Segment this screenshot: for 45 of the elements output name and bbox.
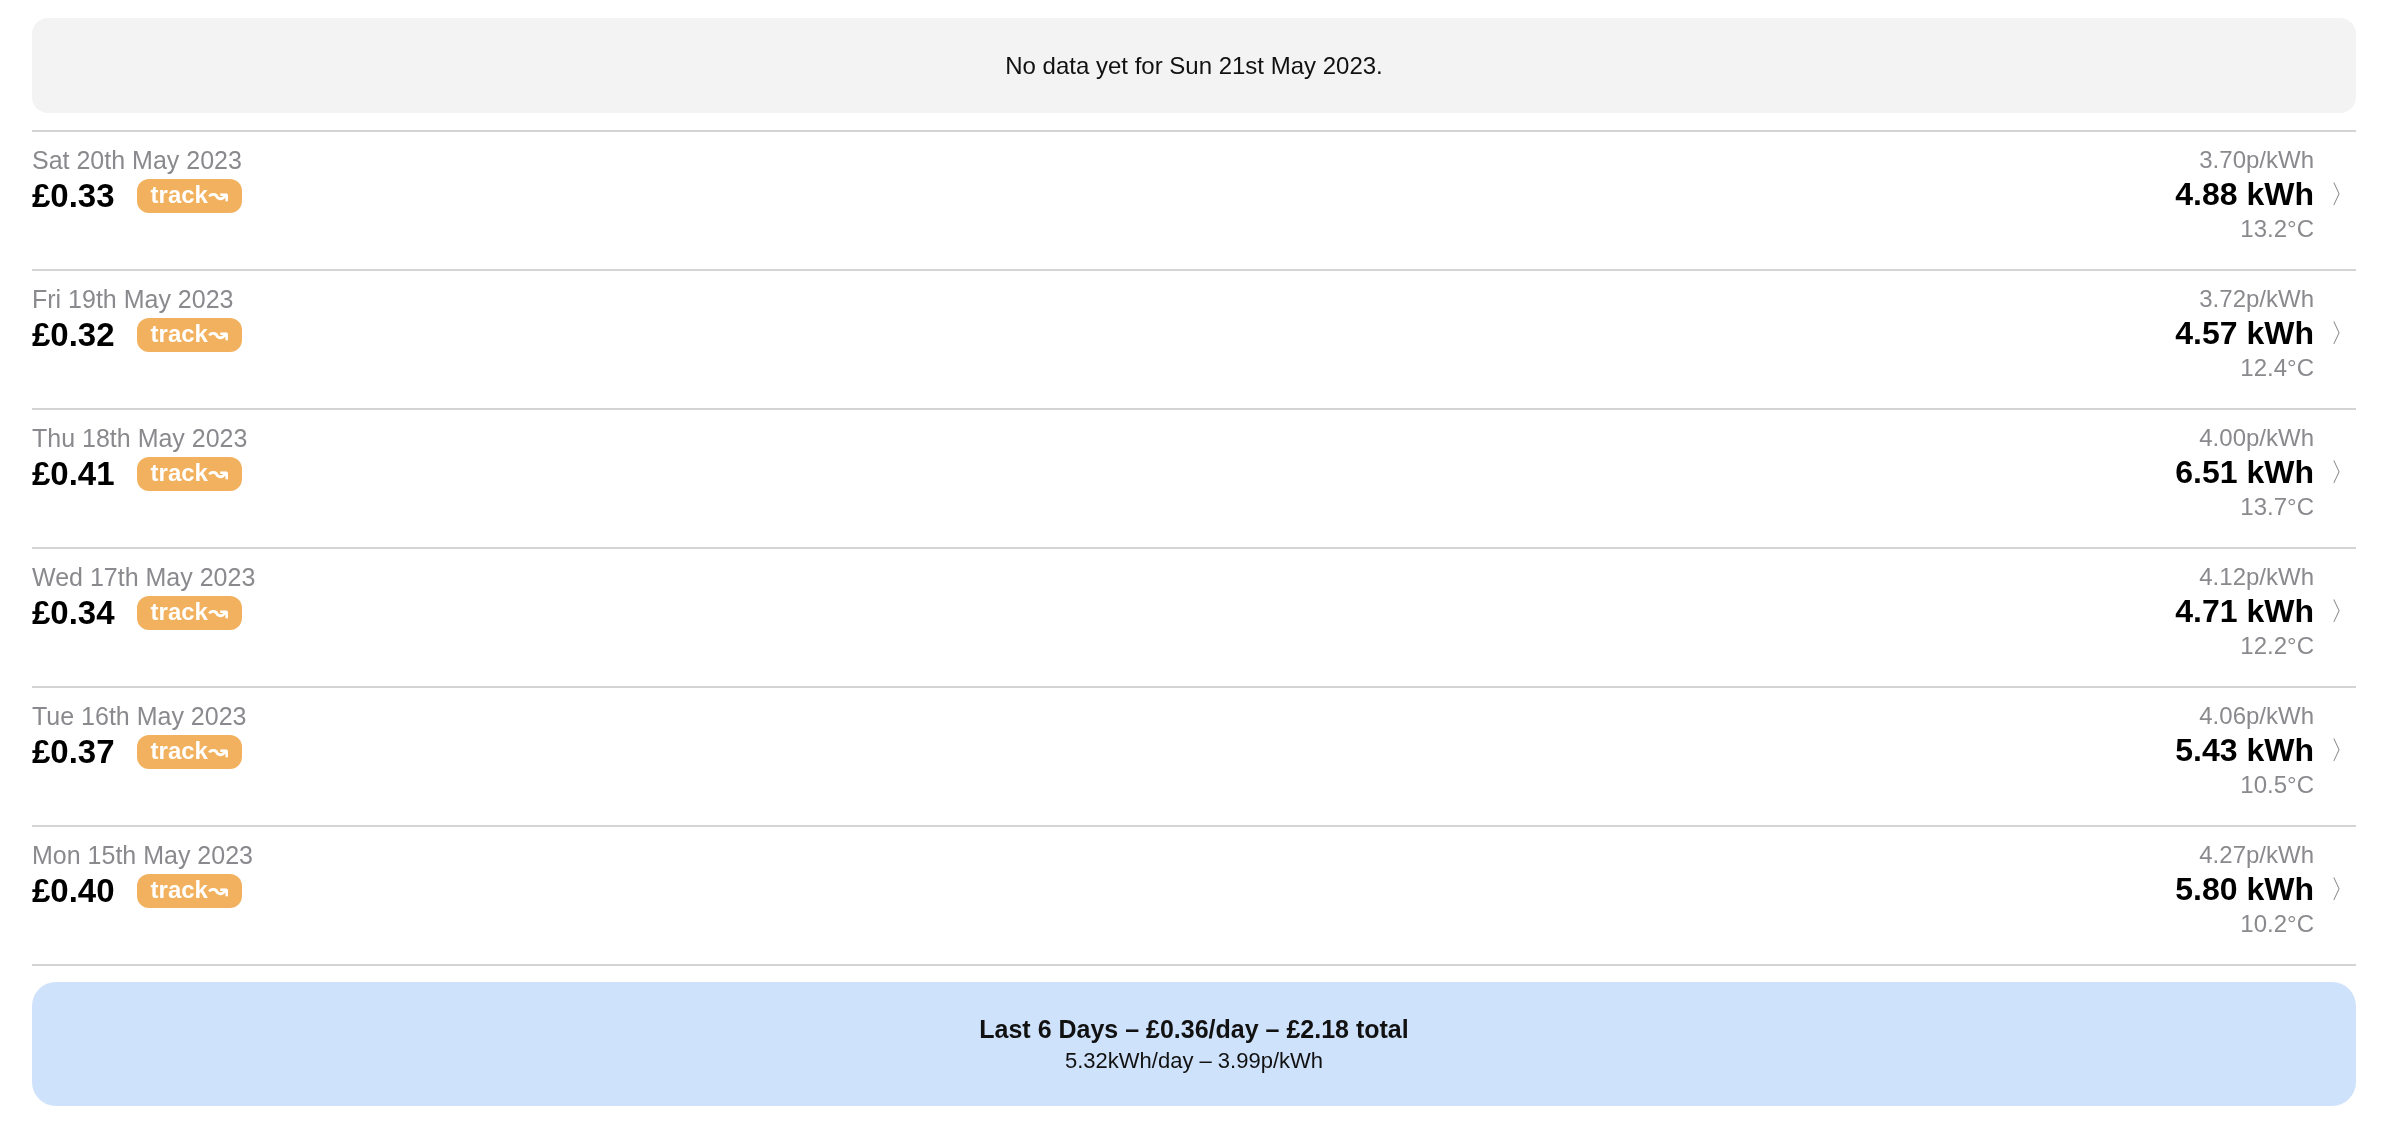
- chevron-link[interactable]: 〉: [2330, 177, 2356, 212]
- summary-headline: Last 6 Days – £0.36/day – £2.18 total: [979, 1014, 1409, 1044]
- temperature: 10.2°C: [2240, 910, 2314, 938]
- temperature: 13.2°C: [2240, 215, 2314, 243]
- day-cost: £0.34: [32, 594, 115, 632]
- tariff-badge: track↝: [136, 874, 243, 908]
- day-date: Fri 19th May 2023: [32, 285, 235, 314]
- day-cost: £0.41: [32, 455, 115, 493]
- chevron-link[interactable]: 〉: [2330, 316, 2356, 351]
- chevron-link[interactable]: 〉: [2330, 872, 2356, 907]
- temperature: 10.5°C: [2240, 771, 2314, 799]
- day-cost: £0.37: [32, 733, 115, 771]
- day-date: Sat 20th May 2023: [32, 146, 243, 175]
- unit-rate: 3.70p/kWh: [2199, 146, 2314, 174]
- chevron-link[interactable]: 〉: [2330, 733, 2356, 768]
- temperature: 12.2°C: [2240, 632, 2314, 660]
- temperature: 13.7°C: [2240, 493, 2314, 521]
- energy-usage: 4.71 kWh: [2175, 593, 2314, 630]
- energy-usage: 6.51 kWh: [2175, 454, 2314, 491]
- energy-usage: 5.80 kWh: [2175, 871, 2314, 908]
- tariff-badge: track↝: [136, 596, 243, 630]
- day-date: Mon 15th May 2023: [32, 841, 253, 870]
- day-cost: £0.33: [32, 177, 115, 215]
- temperature: 12.4°C: [2240, 354, 2314, 382]
- chevron-link[interactable]: 〉: [2330, 455, 2356, 490]
- day-date: Wed 17th May 2023: [32, 563, 256, 592]
- tariff-badge: track↝: [136, 318, 243, 352]
- tariff-badge: track↝: [136, 735, 243, 769]
- energy-usage: 4.88 kWh: [2175, 176, 2314, 213]
- unit-rate: 4.00p/kWh: [2199, 424, 2314, 452]
- day-date: Tue 16th May 2023: [32, 702, 247, 731]
- unit-rate: 3.72p/kWh: [2199, 285, 2314, 313]
- notice-text: No data yet for Sun 21st May 2023.: [1005, 51, 1383, 80]
- unit-rate: 4.06p/kWh: [2199, 702, 2314, 730]
- day-date: Thu 18th May 2023: [32, 424, 248, 453]
- unit-rate: 4.12p/kWh: [2199, 563, 2314, 591]
- unit-rate: 4.27p/kWh: [2199, 841, 2314, 869]
- energy-usage: 4.57 kWh: [2175, 315, 2314, 352]
- day-cost: £0.40: [32, 872, 115, 910]
- tariff-badge: track↝: [136, 457, 243, 491]
- energy-usage: 5.43 kWh: [2175, 732, 2314, 769]
- summary-detail: 5.32kWh/day – 3.99p/kWh: [1065, 1047, 1323, 1074]
- chevron-link[interactable]: 〉: [2330, 594, 2356, 629]
- day-cost: £0.32: [32, 316, 115, 354]
- tariff-badge: track↝: [136, 179, 243, 213]
